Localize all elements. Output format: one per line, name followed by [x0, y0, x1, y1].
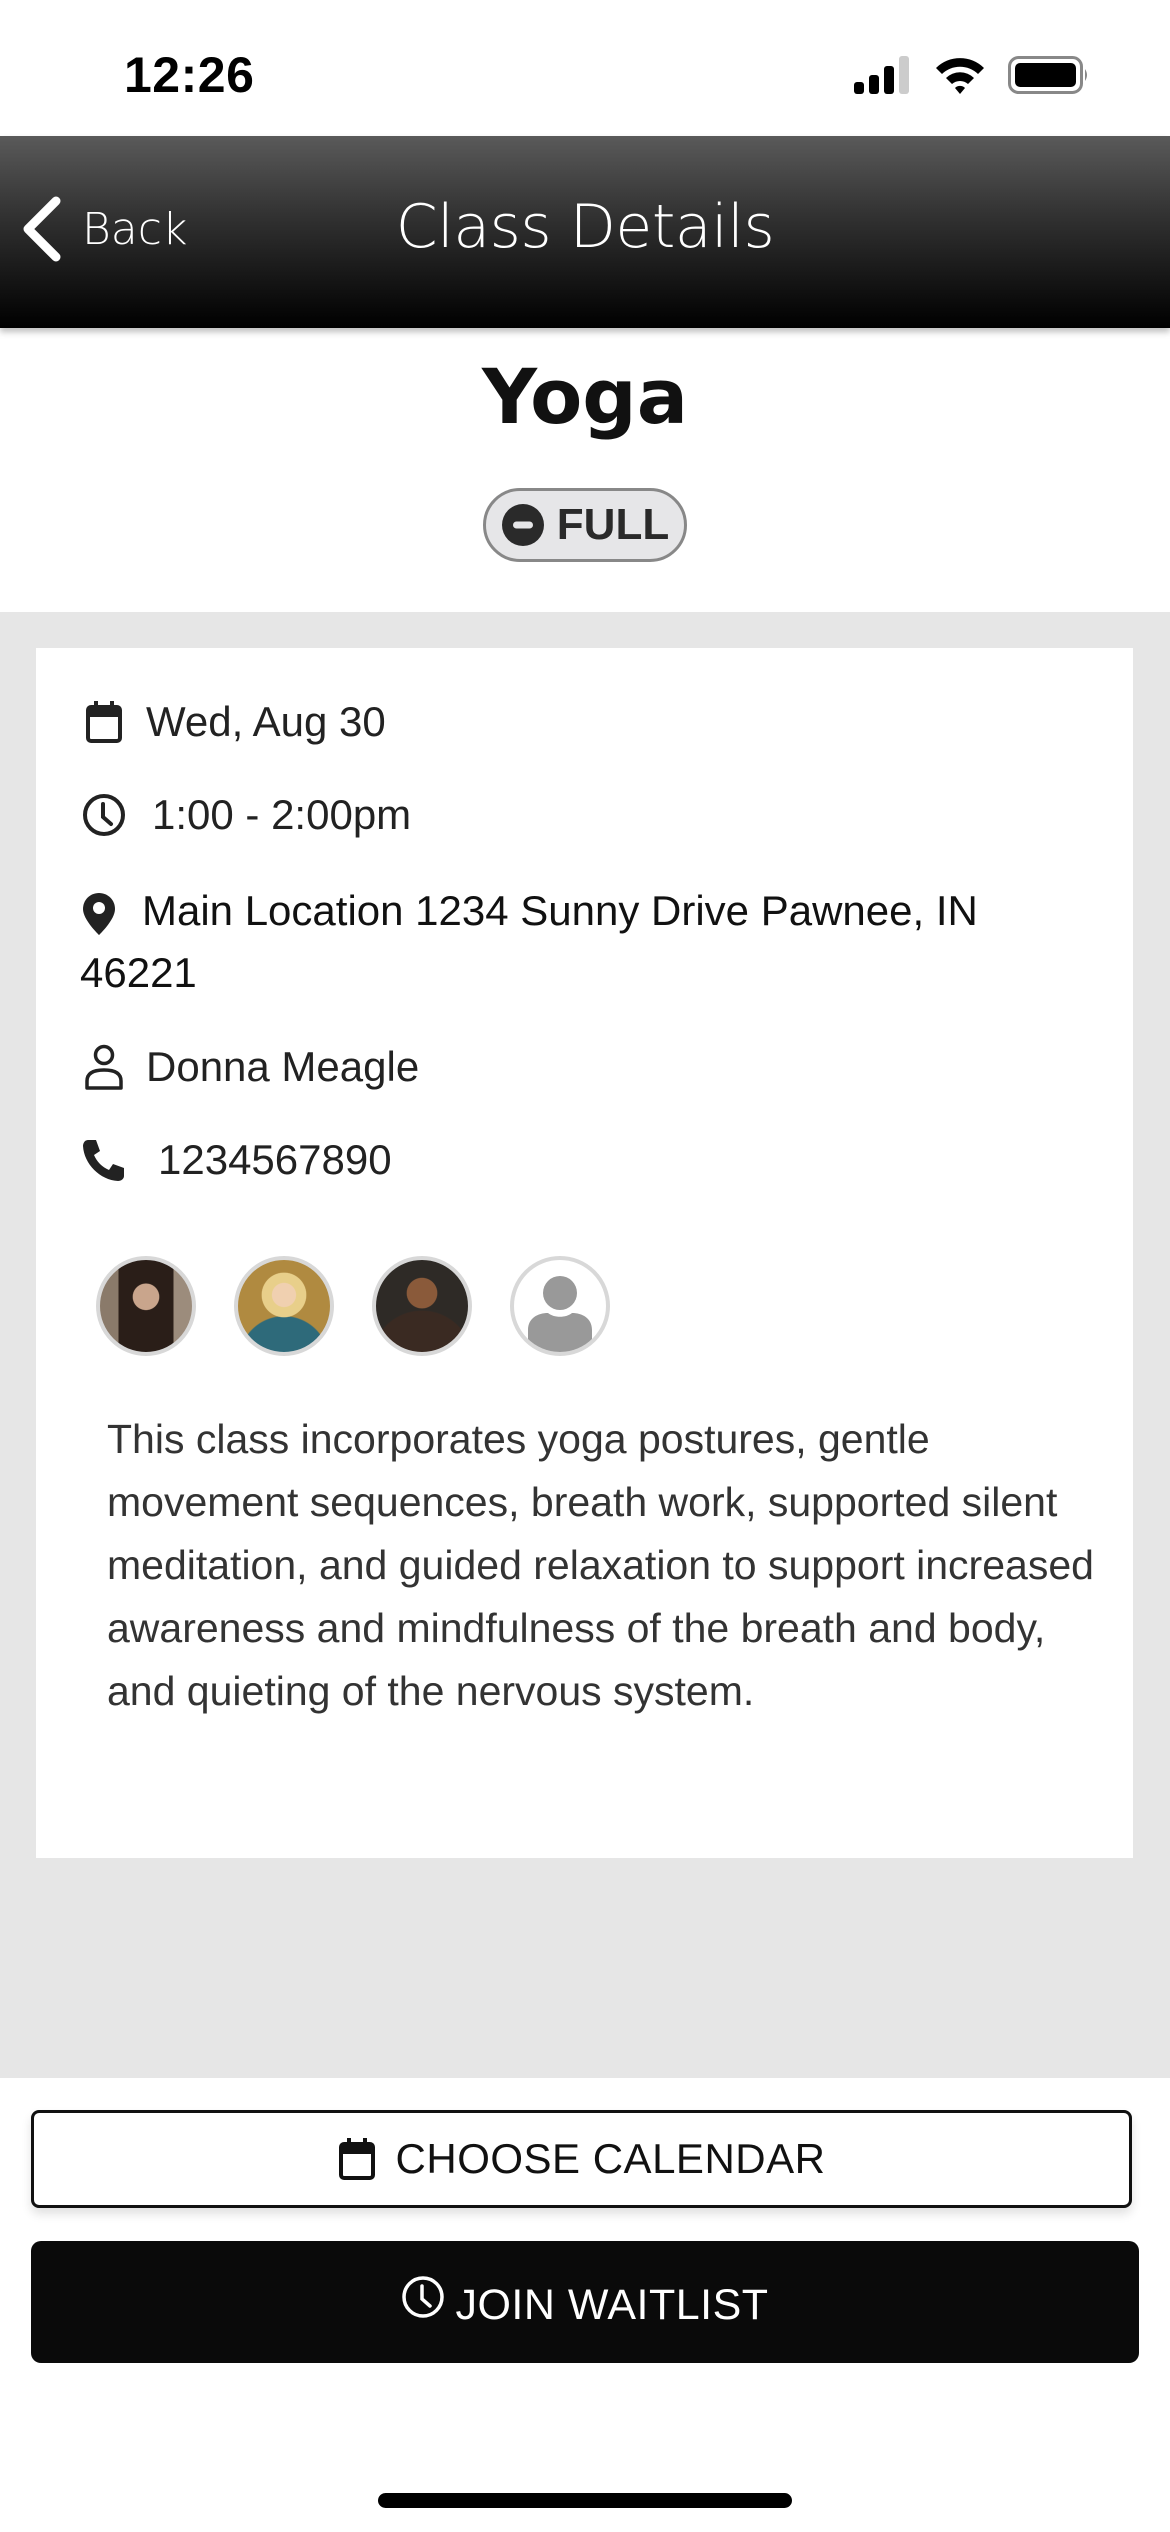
status-time: 12:26	[124, 47, 255, 103]
calendar-icon	[338, 2138, 375, 2180]
status-bar: 12:26	[0, 0, 1170, 136]
battery-icon	[1008, 56, 1087, 94]
phone-number[interactable]: 1234567890	[158, 1136, 392, 1184]
cellular-signal-icon	[854, 56, 909, 94]
join-waitlist-button[interactable]: JOIN WAITLIST	[31, 2241, 1139, 2363]
class-time: 1:00 - 2:00pm	[152, 791, 412, 838]
date-row: Wed, Aug 30	[80, 698, 386, 746]
class-date: Wed, Aug 30	[146, 698, 386, 745]
choose-calendar-button[interactable]: CHOOSE CALENDAR	[31, 2110, 1132, 2208]
home-indicator[interactable]	[378, 2493, 792, 2508]
attendee-avatar[interactable]	[372, 1256, 472, 1356]
time-row: 1:00 - 2:00pm	[80, 791, 411, 839]
status-icons	[854, 56, 1090, 94]
instructor-name: Donna Meagle	[146, 1043, 420, 1090]
class-description: This class incorporates yoga postures, g…	[107, 1416, 1094, 1714]
page-title: Class Details	[395, 192, 775, 262]
clock-icon	[80, 793, 128, 837]
class-header: Yoga FULL	[0, 328, 1170, 612]
attendee-avatar-placeholder[interactable]	[510, 1256, 610, 1356]
attendee-list	[96, 1256, 610, 1356]
status-badge-label: FULL	[556, 500, 670, 549]
user-icon	[80, 1044, 128, 1090]
wifi-icon	[936, 58, 984, 94]
attendee-avatar[interactable]	[234, 1256, 334, 1356]
class-title: Yoga	[482, 352, 688, 441]
phone-icon	[80, 1138, 128, 1182]
class-details-card: Wed, Aug 30 1:00 - 2:00pm Main Location …	[36, 648, 1133, 1858]
calendar-icon	[80, 700, 128, 744]
instructor-row: Donna Meagle	[80, 1043, 419, 1091]
choose-calendar-label: CHOOSE CALENDAR	[395, 2135, 826, 2182]
phone-row: 1234567890	[80, 1136, 392, 1184]
class-location[interactable]: Main Location 1234 Sunny Drive Pawnee, I…	[80, 880, 1090, 1004]
attendee-avatar[interactable]	[96, 1256, 196, 1356]
join-waitlist-label: JOIN WAITLIST	[455, 2280, 769, 2329]
minus-circle-icon	[501, 504, 544, 546]
status-badge: FULL	[483, 488, 687, 562]
default-user-icon	[528, 1276, 592, 1352]
nav-bar: Back Class Details	[0, 136, 1170, 328]
clock-icon	[402, 2276, 445, 2318]
